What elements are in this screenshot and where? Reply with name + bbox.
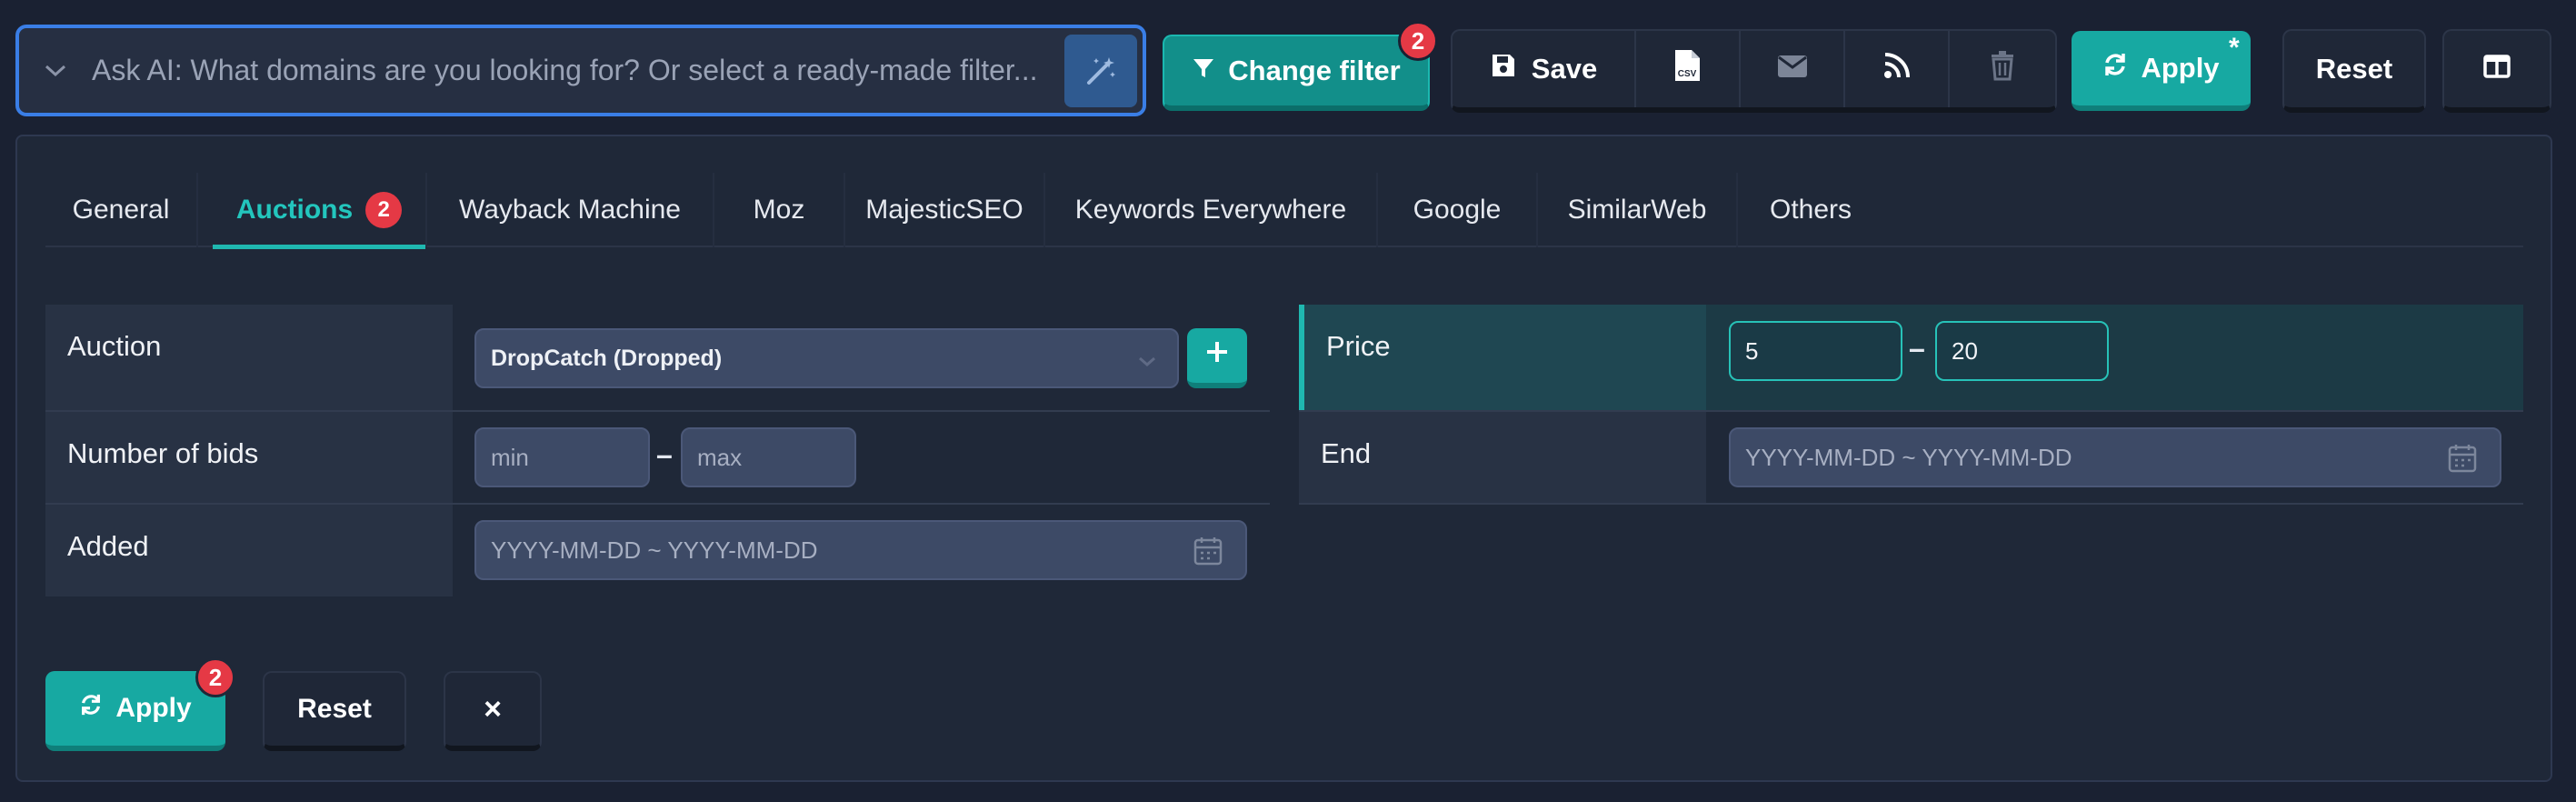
refresh-icon <box>2102 52 2128 85</box>
change-filter-label: Change filter <box>1228 55 1401 86</box>
reset-button[interactable]: Reset <box>263 671 406 751</box>
apply-label: Apply <box>115 693 192 723</box>
row-divider <box>1299 503 2523 505</box>
save-button[interactable]: Save <box>1453 31 1636 107</box>
tab-label: Wayback Machine <box>459 195 681 225</box>
columns-icon <box>2483 53 2511 85</box>
svg-text:CSV: CSV <box>1677 69 1696 79</box>
tab-label: General <box>72 195 170 225</box>
price-max-input[interactable]: 20 <box>1935 321 2109 381</box>
bids-max-input[interactable]: max <box>681 427 856 487</box>
range-dash: – <box>1909 332 1925 365</box>
tab-label: Google <box>1413 195 1502 225</box>
tab-label: Others <box>1769 195 1852 225</box>
reset-button-top[interactable]: Reset <box>2282 29 2426 113</box>
price-label: Price <box>1304 305 1706 412</box>
apply-badge: 2 <box>195 657 235 697</box>
tab-label: Keywords Everywhere <box>1074 195 1347 225</box>
close-icon: × <box>484 691 502 727</box>
bids-min-input[interactable]: min <box>474 427 650 487</box>
delete-button[interactable] <box>1950 31 2055 107</box>
add-auction-button[interactable] <box>1187 328 1247 388</box>
mail-icon <box>1777 53 1808 85</box>
tab-majesticseo[interactable]: MajesticSEO <box>845 173 1045 247</box>
rss-icon <box>1883 52 1911 86</box>
magic-wand-icon[interactable] <box>1064 34 1137 107</box>
price-min-input[interactable]: 5 <box>1729 321 1902 381</box>
export-csv-button[interactable]: CSV <box>1636 31 1741 107</box>
calendar-icon <box>1193 536 1223 573</box>
end-label: End <box>1299 412 1706 504</box>
tab-auctions[interactable]: Auctions 2 <box>213 173 427 249</box>
reset-label-top: Reset <box>2315 53 2393 85</box>
end-date-placeholder: YYYY-MM-DD ~ YYYY-MM-DD <box>1745 443 2072 471</box>
email-button[interactable] <box>1741 31 1845 107</box>
reset-label: Reset <box>297 694 372 724</box>
auction-label: Auction <box>45 305 453 412</box>
save-icon <box>1490 52 1517 86</box>
refresh-icon <box>79 693 103 724</box>
tab-google[interactable]: Google <box>1378 173 1538 247</box>
apply-pending-mark: * <box>2229 33 2240 63</box>
layout-toggle-button[interactable] <box>2442 29 2551 113</box>
tab-general[interactable]: General <box>45 173 198 247</box>
tab-others[interactable]: Others <box>1738 173 1883 247</box>
added-date-placeholder: YYYY-MM-DD ~ YYYY-MM-DD <box>491 536 818 564</box>
bids-label: Number of bids <box>45 412 453 504</box>
tab-keywords-everywhere[interactable]: Keywords Everywhere <box>1045 173 1378 247</box>
tab-label: Moz <box>753 195 805 225</box>
tab-label: SimilarWeb <box>1567 195 1707 225</box>
calendar-icon <box>2447 443 2478 480</box>
filter-icon <box>1192 55 1215 87</box>
tab-label: MajesticSEO <box>865 195 1023 225</box>
end-date-range-input[interactable]: YYYY-MM-DD ~ YYYY-MM-DD <box>1729 427 2501 487</box>
plus-icon <box>1204 339 1230 372</box>
change-filter-button[interactable]: Change filter <box>1163 35 1430 111</box>
rss-button[interactable] <box>1845 31 1950 107</box>
auction-select-value: DropCatch (Dropped) <box>491 345 723 371</box>
save-label: Save <box>1531 53 1598 85</box>
tab-auctions-badge: 2 <box>365 192 403 228</box>
tab-label: Auctions <box>235 195 354 225</box>
added-date-range-input[interactable]: YYYY-MM-DD ~ YYYY-MM-DD <box>474 520 1247 580</box>
chevron-down-icon <box>1137 348 1157 375</box>
apply-label-top: Apply <box>2141 52 2220 84</box>
ai-search-input[interactable]: Ask AI: What domains are you looking for… <box>92 54 1064 87</box>
added-label: Added <box>45 505 453 596</box>
tab-similarweb[interactable]: SimilarWeb <box>1538 173 1738 247</box>
toolbar-button-group: Save CSV <box>1451 29 2057 113</box>
chevron-down-icon[interactable] <box>19 64 92 78</box>
auction-select[interactable]: DropCatch (Dropped) <box>474 328 1179 388</box>
apply-button-top[interactable]: Apply <box>2072 31 2251 111</box>
trash-icon <box>1990 50 2015 88</box>
change-filter-badge: 2 <box>1398 21 1438 61</box>
csv-file-icon: CSV <box>1672 48 1703 90</box>
filter-tabs: General Auctions 2 Wayback Machine Moz M… <box>45 173 2523 249</box>
ai-search-box[interactable]: Ask AI: What domains are you looking for… <box>15 25 1146 116</box>
tab-moz[interactable]: Moz <box>714 173 845 247</box>
tab-wayback-machine[interactable]: Wayback Machine <box>427 173 714 247</box>
range-dash: – <box>656 438 673 471</box>
close-button[interactable]: × <box>444 671 542 751</box>
